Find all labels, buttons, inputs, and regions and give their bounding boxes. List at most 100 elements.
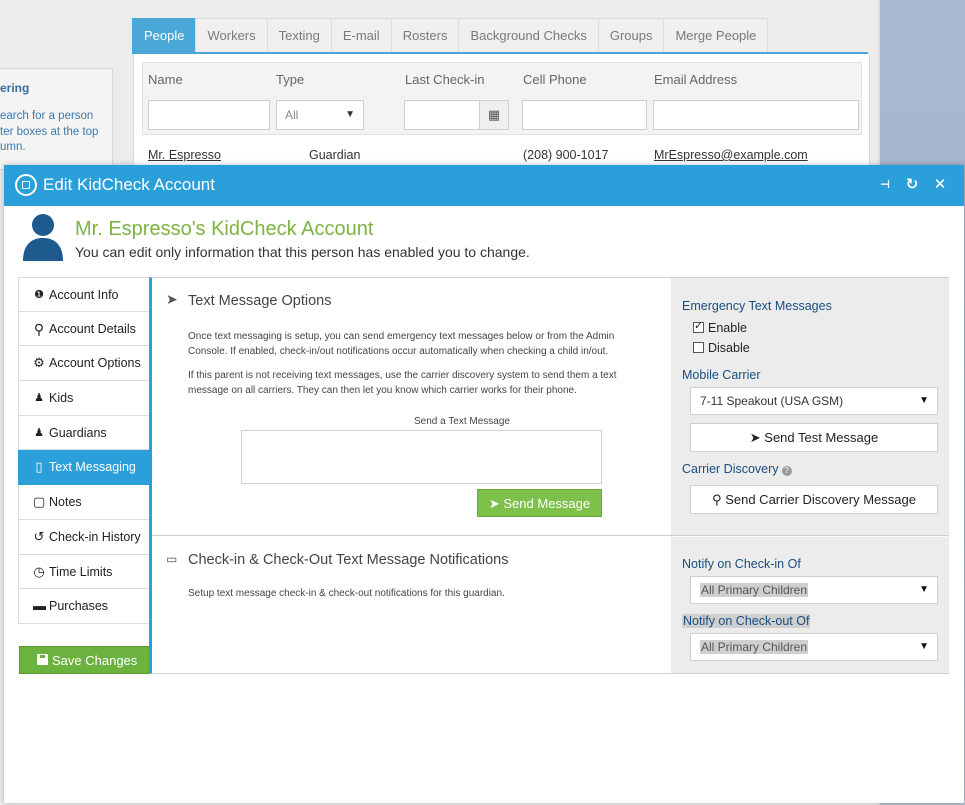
disable-checkbox[interactable]: [693, 342, 704, 353]
disable-label: Disable: [708, 341, 750, 355]
type-filter-select[interactable]: All ▼: [276, 100, 364, 130]
save-changes-label: Save Changes: [52, 653, 138, 668]
text-messaging-panel: ➤ Text Message Options Once text messagi…: [149, 277, 949, 674]
type-filter-value: All: [285, 108, 299, 122]
save-icon: [37, 654, 48, 665]
name-filter-input[interactable]: [148, 100, 270, 130]
search-icon: ⚲: [712, 492, 722, 507]
account-sidebar: ❶ Account Info ⚲ Account Details ⚙ Accou…: [18, 277, 151, 624]
notifications-title: Check-in & Check-Out Text Message Notifi…: [188, 552, 509, 568]
help-icon[interactable]: ?: [781, 466, 792, 476]
column-email[interactable]: Email Address: [654, 72, 737, 87]
filter-help-text: earch for a person ter boxes at the top …: [0, 110, 99, 153]
sidebar-item-label: Kids: [49, 391, 74, 406]
sidebar-item-label: Account Options: [49, 356, 141, 371]
credit-card-icon: ▬: [33, 598, 46, 614]
edit-account-modal: Edit KidCheck Account ⊣ ↻ ✕ Mr. Espresso…: [4, 165, 964, 803]
mobile-carrier-select[interactable]: 7-11 Speakout (USA GSM) ▼: [690, 387, 938, 415]
chevron-down-icon: ▼: [345, 109, 355, 120]
notify-checkout-select[interactable]: All Primary Children ▼: [690, 633, 938, 661]
sidebar-item-account-info[interactable]: ❶ Account Info: [18, 277, 151, 312]
tab-workers[interactable]: Workers: [195, 18, 268, 52]
notify-checkin-value: All Primary Children: [700, 583, 809, 597]
paper-plane-icon: ➤: [488, 496, 500, 511]
child-icon: ♟: [34, 392, 44, 405]
modal-titlebar[interactable]: Edit KidCheck Account ⊣ ↻ ✕: [4, 165, 964, 206]
sidebar-item-purchases[interactable]: ▬ Purchases: [18, 589, 151, 624]
tab-background-checks[interactable]: Background Checks: [458, 18, 599, 52]
enable-label: Enable: [708, 321, 747, 335]
tab-texting[interactable]: Texting: [266, 18, 332, 52]
sidebar-item-checkin-history[interactable]: ↺ Check-in History: [18, 519, 151, 555]
person-name-link[interactable]: Mr. Espresso: [148, 148, 221, 162]
sidebar-item-kids[interactable]: ♟ Kids: [18, 381, 151, 416]
chevron-down-icon: ▼: [919, 584, 929, 595]
mobile-carrier-label: Mobile Carrier: [682, 368, 761, 382]
phone-filter-input[interactable]: [522, 100, 647, 130]
send-text-input[interactable]: [241, 430, 602, 484]
history-icon: ↺: [33, 528, 45, 544]
send-test-message-button[interactable]: ➤ Send Test Message: [690, 423, 938, 452]
pin-icon[interactable]: ⊣: [874, 173, 896, 197]
send-message-button[interactable]: ➤ Send Message: [477, 489, 602, 517]
carrier-discovery-description: If this parent is not receiving text mes…: [188, 370, 617, 396]
sidebar-item-label: Account Details: [49, 321, 136, 336]
tab-rosters[interactable]: Rosters: [390, 18, 460, 52]
text-options-title: Text Message Options: [188, 293, 332, 309]
close-icon[interactable]: ✕: [929, 173, 951, 197]
notifications-description: Setup text message check-in & check-out …: [188, 588, 505, 599]
column-last-checkin[interactable]: Last Check-in: [405, 72, 484, 87]
notify-checkout-value: All Primary Children: [700, 640, 809, 654]
last-checkin-filter-input[interactable]: [404, 100, 480, 130]
person-email-link[interactable]: MrEspresso@example.com: [654, 148, 808, 162]
window-icon: [15, 174, 37, 196]
send-message-label: Send Message: [503, 496, 591, 511]
column-type[interactable]: Type: [276, 72, 304, 87]
column-cell-phone[interactable]: Cell Phone: [523, 72, 587, 87]
save-changes-button[interactable]: Save Changes: [19, 646, 150, 674]
carrier-discovery-text: Carrier Discovery: [682, 462, 779, 476]
sidebar-item-text-messaging[interactable]: ▯ Text Messaging: [18, 450, 151, 486]
tab-people[interactable]: People: [132, 18, 197, 52]
email-filter-input[interactable]: [653, 100, 859, 130]
column-name[interactable]: Name: [148, 72, 183, 87]
filter-help-title: ering: [0, 81, 30, 95]
tab-email[interactable]: E-mail: [330, 18, 392, 52]
sidebar-item-label: Guardians: [49, 425, 107, 440]
text-options-description: Once text messaging is setup, you can se…: [188, 331, 615, 357]
info-circle-icon: ❶: [34, 289, 44, 301]
tab-merge-people[interactable]: Merge People: [663, 18, 769, 52]
emergency-text-label: Emergency Text Messages: [682, 299, 832, 313]
grid-header: [142, 62, 862, 98]
search-icon: ⚲: [33, 320, 45, 337]
people-tabs: People Workers Texting E-mail Rosters Ba…: [132, 18, 769, 52]
sidebar-item-label: Check-in History: [49, 529, 141, 544]
send-carrier-discovery-button[interactable]: ⚲ Send Carrier Discovery Message: [690, 485, 938, 514]
sidebar-item-label: Account Info: [49, 288, 119, 302]
paper-plane-icon: ➤: [166, 291, 178, 307]
tab-groups[interactable]: Groups: [597, 18, 665, 52]
sidebar-item-label: Text Messaging: [49, 460, 136, 475]
sidebar-item-time-limits[interactable]: ◷ Time Limits: [18, 554, 151, 590]
notify-checkout-label: Notify on Check-out Of: [682, 614, 811, 628]
account-subtitle: You can edit only information that this …: [75, 244, 530, 260]
calendar-icon[interactable]: ▦: [479, 100, 509, 130]
sidebar-item-notes[interactable]: ▢ Notes: [18, 485, 151, 520]
enable-checkbox[interactable]: [693, 319, 704, 333]
enable-option[interactable]: Enable: [693, 319, 747, 335]
gear-icon: ⚙: [33, 355, 45, 371]
send-carrier-discovery-label: Send Carrier Discovery Message: [725, 492, 916, 507]
send-test-message-label: Send Test Message: [764, 430, 879, 445]
person-type: Guardian: [309, 148, 361, 162]
sidebar-item-account-details[interactable]: ⚲ Account Details: [18, 311, 151, 347]
chevron-down-icon: ▼: [919, 395, 929, 406]
paper-plane-icon: ➤: [749, 430, 761, 445]
mobile-phone-icon: ▯: [35, 459, 43, 475]
sidebar-item-account-options[interactable]: ⚙ Account Options: [18, 346, 151, 382]
sidebar-item-guardians[interactable]: ♟ Guardians: [18, 415, 151, 451]
disable-option[interactable]: Disable: [693, 341, 750, 355]
filter-help-panel: ering earch for a person ter boxes at th…: [0, 68, 113, 170]
refresh-icon[interactable]: ↻: [901, 173, 923, 197]
chevron-down-icon: ▼: [919, 641, 929, 652]
notify-checkin-select[interactable]: All Primary Children ▼: [690, 576, 938, 604]
